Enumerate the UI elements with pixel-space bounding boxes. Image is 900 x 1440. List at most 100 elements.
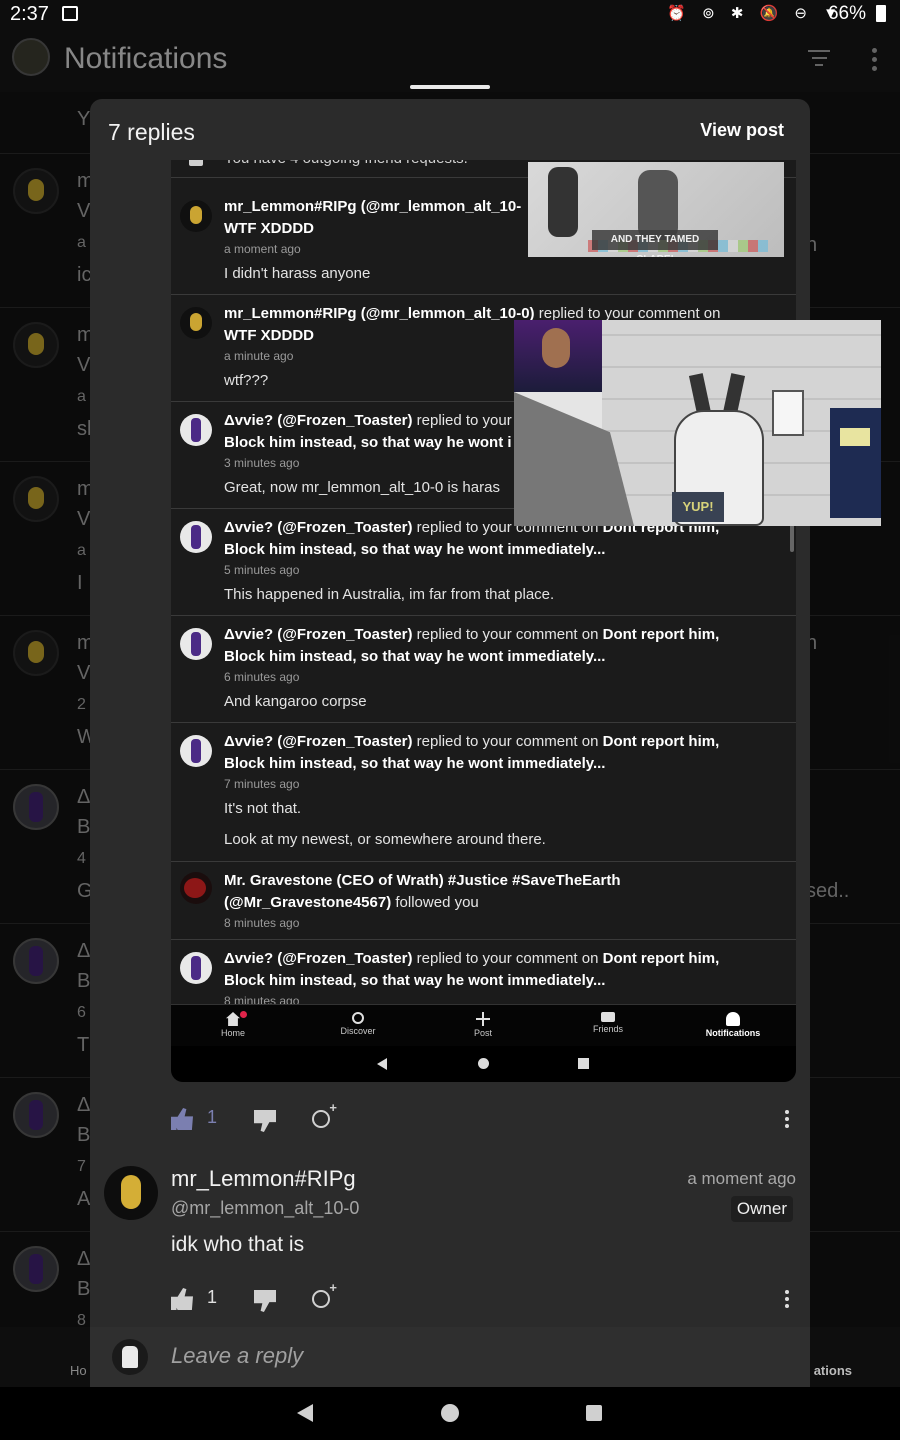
more-options-icon[interactable]	[785, 1110, 789, 1131]
avatar[interactable]	[104, 1166, 158, 1220]
figure	[830, 408, 881, 518]
reply-author[interactable]: mr_Lemmon#RIPg	[171, 1166, 356, 1192]
reply-handle: @mr_lemmon_alt_10-0	[171, 1198, 360, 1218]
embedded-screenshot[interactable]: You have 4 outgoing friend requests. mr_…	[171, 160, 796, 1082]
nav-notifications-label[interactable]: ations	[814, 1363, 852, 1378]
system-navigation-bar	[0, 1387, 900, 1440]
notification-author: Δvvie? (@Frozen_Toaster)	[224, 626, 413, 643]
notification-author: (@Mr_Gravestone4567)	[224, 894, 392, 911]
notification-post: Block him instead, so that way he wont i…	[224, 755, 606, 772]
avatar	[180, 735, 212, 767]
notification-body: Look at my newest, or somewhere around t…	[224, 831, 546, 848]
reply-text: idk who that is	[171, 1233, 305, 1256]
nav-home[interactable]: Home	[183, 1009, 283, 1038]
embedded-bottom-nav: Home Discover Post Friends Notifications	[171, 1004, 796, 1046]
list-item: Δvvie? (@Frozen_Toaster) replied to your…	[171, 940, 796, 1008]
nav-label: Post	[473, 1028, 492, 1038]
friends-icon	[601, 1012, 615, 1022]
battery-icon	[876, 5, 886, 22]
like-count: 1	[207, 1107, 218, 1127]
video-caption: AND THEY TAMED CLARE!	[592, 230, 718, 257]
add-reaction-icon[interactable]	[312, 1280, 337, 1308]
notification-action: replied to your comment on	[412, 733, 603, 750]
avatar	[180, 307, 212, 339]
owner-badge: Owner	[730, 1196, 793, 1222]
video-caption: YUP!	[672, 492, 724, 522]
webcam-overlay	[514, 320, 602, 392]
nav-label: Friends	[592, 1024, 623, 1034]
notification-post: WTF XDDDD	[224, 220, 314, 237]
add-reaction-icon[interactable]	[312, 1100, 337, 1128]
reply-input[interactable]: Leave a reply	[171, 1343, 303, 1369]
notification-post: Block him instead, so that way he wont i…	[224, 648, 606, 665]
notification-author: Δvvie? (@Frozen_Toaster)	[224, 412, 413, 429]
notification-author: Δvvie? (@Frozen_Toaster)	[224, 950, 413, 967]
notification-post: Block him instead, so that way he wont i…	[224, 972, 606, 989]
video-thumbnail-2: YUP!	[514, 320, 881, 526]
notification-time: 5 minutes ago	[224, 563, 300, 577]
nav-label: Notifications	[705, 1028, 761, 1038]
scrollbar[interactable]	[790, 522, 794, 552]
notification-time: a moment ago	[224, 242, 301, 256]
avatar	[112, 1339, 148, 1375]
view-post-button[interactable]: View post	[700, 120, 784, 141]
notification-action: replied to your comment on	[412, 626, 603, 643]
avatar	[180, 952, 212, 984]
avatar	[180, 872, 212, 904]
avatar	[180, 200, 212, 232]
avatar	[180, 628, 212, 660]
notification-author: mr_Lemmon#RIPg (@mr_lemmon_alt_10-0)	[224, 305, 535, 322]
list-item: Mr. Gravestone (CEO of Wrath) #Justice #…	[171, 862, 796, 940]
notification-time: a minute ago	[224, 349, 294, 363]
notification-body: wtf???	[224, 372, 269, 389]
nav-notifications[interactable]: Notifications	[683, 1009, 783, 1038]
plus-icon	[476, 1012, 490, 1026]
like-count: 1	[207, 1287, 218, 1307]
home-icon	[478, 1058, 489, 1069]
notification-body: And kangaroo corpse	[224, 693, 367, 710]
notification-time: 7 minutes ago	[224, 777, 300, 791]
notification-body: I didn't harass anyone	[224, 265, 371, 282]
home-icon[interactable]	[441, 1404, 459, 1422]
notification-post: Block him instead, so that way he wont i	[224, 434, 512, 451]
notification-post: Dont report him,	[602, 950, 720, 967]
notification-author: Mr. Gravestone (CEO of Wrath) #Justice #…	[224, 872, 621, 889]
replies-count-title: 7 replies	[108, 119, 195, 145]
search-icon	[352, 1012, 364, 1024]
notification-time: 6 minutes ago	[224, 670, 300, 684]
notification-post: Dont report him,	[602, 626, 720, 643]
sheet-drag-handle[interactable]	[410, 85, 490, 89]
friends-icon	[180, 160, 212, 180]
reply-input-bar[interactable]: Leave a reply	[90, 1327, 810, 1387]
avatar	[180, 521, 212, 553]
gallery-notification-icon	[62, 6, 78, 21]
nav-post[interactable]: Post	[433, 1009, 533, 1038]
recents-icon[interactable]	[586, 1405, 602, 1421]
status-time: 2:37	[10, 3, 49, 25]
figure	[548, 167, 578, 237]
more-options-icon[interactable]	[785, 1290, 789, 1311]
back-icon[interactable]	[297, 1404, 313, 1422]
notification-body: Great, now mr_lemmon_alt_10-0 is haras	[224, 479, 500, 496]
recents-icon	[578, 1058, 589, 1069]
nav-friends[interactable]: Friends	[558, 1009, 658, 1034]
status-bar: 2:37 ⏰ ⊚ ✱ 🔕 ⊖ ▼ 66%	[0, 0, 900, 30]
list-item: Δvvie? (@Frozen_Toaster) replied to your…	[171, 723, 796, 862]
nav-label: Home	[220, 1028, 245, 1038]
notification-action: replied to your comment on	[412, 950, 603, 967]
notification-time: 3 minutes ago	[224, 456, 300, 470]
avatar	[180, 414, 212, 446]
nav-discover[interactable]: Discover	[308, 1009, 408, 1036]
notification-body: It's not that.	[224, 800, 302, 817]
figure	[772, 390, 804, 436]
notification-author: mr_Lemmon#RIPg (@mr_lemmon_alt_10-	[224, 198, 522, 215]
notification-post: WTF XDDDD	[224, 327, 314, 344]
status-icons: ⏰ ⊚ ✱ 🔕 ⊖ ▼	[667, 5, 844, 22]
home-icon	[226, 1012, 240, 1026]
notification-author: Δvvie? (@Frozen_Toaster)	[224, 519, 413, 536]
nav-label: Discover	[340, 1026, 376, 1036]
nav-home-label[interactable]: Ho	[70, 1363, 87, 1378]
back-icon	[377, 1058, 387, 1070]
list-item: Δvvie? (@Frozen_Toaster) replied to your…	[171, 616, 796, 723]
reply-time: a moment ago	[687, 1169, 796, 1188]
